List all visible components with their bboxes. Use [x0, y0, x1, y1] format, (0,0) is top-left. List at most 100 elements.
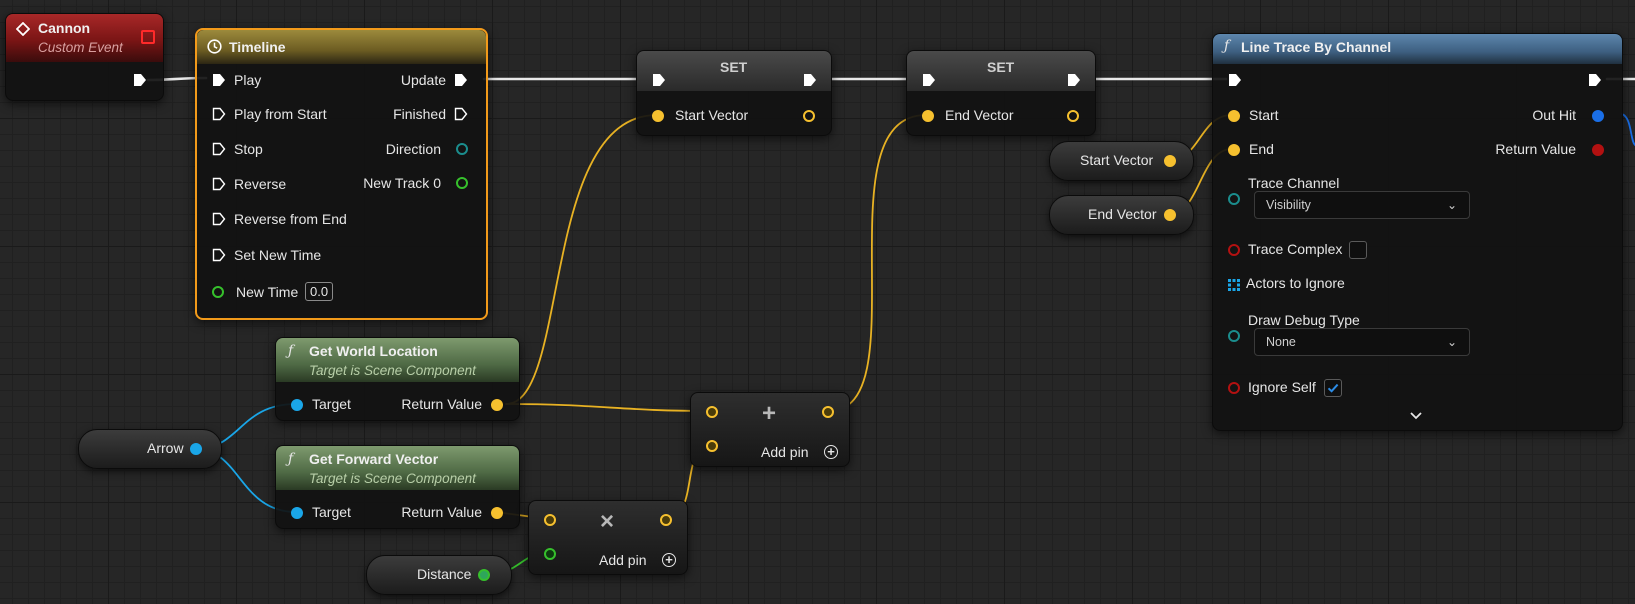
start-vector-label: Start Vector [675, 107, 749, 123]
delegate-pin[interactable] [141, 30, 155, 44]
timeline-node[interactable]: Timeline Play Play from Start Stop Rever… [195, 28, 488, 320]
set-new-time-exec-pin[interactable] [212, 248, 226, 262]
exec-in-pin[interactable] [1228, 73, 1242, 87]
exec-output-pin[interactable] [133, 73, 147, 87]
node-subtitle: Target is Scene Component [309, 471, 476, 486]
arrow-variable-node[interactable]: Arrow [78, 429, 222, 469]
reverse-from-end-label: Reverse from End [234, 211, 347, 227]
update-exec-pin[interactable] [454, 73, 468, 87]
line-trace-by-channel-node[interactable]: ƒ Line Trace By Channel Start End Trace … [1212, 33, 1623, 431]
event-subtitle: Custom Event [38, 40, 123, 55]
end-vector-input-pin[interactable] [922, 110, 934, 122]
end-vector-variable-node[interactable]: End Vector [1049, 195, 1194, 235]
start-vector-variable-node[interactable]: Start Vector [1049, 141, 1194, 181]
play-exec-pin[interactable] [212, 73, 226, 87]
exec-out-pin[interactable] [1588, 73, 1602, 87]
reverse-from-end-exec-pin[interactable] [212, 212, 226, 226]
arrow-label: Arrow [147, 440, 184, 456]
start-vector-input-pin[interactable] [652, 110, 664, 122]
trace-complex-checkbox[interactable] [1349, 241, 1367, 259]
target-input-pin[interactable] [291, 507, 303, 519]
end-vector-output-pin[interactable] [1067, 110, 1079, 122]
vector-multiply-node[interactable]: × Add pin + [528, 500, 688, 575]
set-start-vector-node[interactable]: SET Start Vector [636, 50, 832, 136]
vector-add-node[interactable]: + Add pin + [690, 392, 850, 467]
trace-channel-dropdown[interactable]: Visibility ⌄ [1254, 191, 1470, 219]
add-pin-icon[interactable]: + [662, 553, 676, 567]
add-input-b-pin[interactable] [706, 440, 718, 452]
return-value-label: Return Value [1495, 141, 1576, 157]
draw-debug-type-dropdown[interactable]: None ⌄ [1254, 328, 1470, 356]
event-title: Cannon [38, 20, 91, 36]
distance-variable-node[interactable]: Distance [366, 555, 512, 595]
actors-to-ignore-label: Actors to Ignore [1246, 275, 1345, 291]
ignore-self-checkbox[interactable] [1324, 379, 1342, 397]
start-vector-getter-pin[interactable] [1164, 155, 1176, 167]
out-hit-pin[interactable] [1592, 110, 1604, 122]
new-time-input[interactable]: 0.0 [305, 282, 334, 301]
multiply-input-b-pin[interactable] [544, 548, 556, 560]
new-track-pin[interactable] [456, 177, 468, 189]
end-vector-label: End Vector [945, 107, 1014, 123]
clock-icon [207, 39, 222, 54]
trace-channel-pin[interactable] [1228, 193, 1240, 205]
reverse-label: Reverse [234, 176, 287, 192]
add-output-pin[interactable] [822, 406, 834, 418]
set-exec-out-pin[interactable] [1067, 73, 1081, 87]
start-input-pin[interactable] [1228, 110, 1240, 122]
set-title: SET [720, 59, 748, 75]
checkmark-icon [1327, 383, 1339, 393]
finished-exec-pin[interactable] [454, 107, 468, 121]
draw-debug-type-value: None [1266, 335, 1296, 349]
vector-wire [505, 114, 658, 405]
set-exec-in-pin[interactable] [652, 73, 666, 87]
get-world-location-node[interactable]: ƒ Get World Location Target is Scene Com… [275, 337, 520, 421]
set-end-vector-node[interactable]: SET End Vector [906, 50, 1096, 136]
end-vector-getter-pin[interactable] [1164, 209, 1176, 221]
end-input-pin[interactable] [1228, 144, 1240, 156]
set-exec-out-pin[interactable] [803, 73, 817, 87]
expand-chevron-icon[interactable] [1409, 408, 1423, 420]
chevron-down-icon: ⌄ [1446, 198, 1457, 212]
cannon-event-node[interactable]: Cannon Custom Event [5, 13, 164, 101]
add-input-a-pin[interactable] [706, 406, 718, 418]
draw-debug-type-label: Draw Debug Type [1248, 312, 1360, 328]
stop-exec-pin[interactable] [212, 142, 226, 156]
out-hit-label: Out Hit [1532, 107, 1576, 123]
update-label: Update [400, 72, 446, 88]
start-vector-output-pin[interactable] [803, 110, 815, 122]
new-time-float-pin[interactable] [212, 286, 224, 298]
start-vector-getter-label: Start Vector [1080, 152, 1154, 168]
arrow-output-pin[interactable] [190, 443, 202, 455]
ignore-self-pin[interactable] [1228, 382, 1240, 394]
target-input-pin[interactable] [291, 399, 303, 411]
add-pin-label[interactable]: Add pin [599, 552, 646, 568]
function-icon: ƒ [1224, 38, 1230, 54]
return-value-pin[interactable] [1592, 144, 1604, 156]
trace-complex-pin[interactable] [1228, 244, 1240, 256]
event-icon [15, 21, 31, 37]
get-forward-vector-node[interactable]: ƒ Get Forward Vector Target is Scene Com… [275, 445, 520, 529]
add-pin-label[interactable]: Add pin [761, 444, 808, 460]
array-pin-icon[interactable] [1228, 278, 1240, 291]
function-icon: ƒ [288, 343, 294, 359]
return-value-pin[interactable] [491, 507, 503, 519]
multiply-input-a-pin[interactable] [544, 514, 556, 526]
return-value-pin[interactable] [491, 399, 503, 411]
node-title: Get World Location [309, 343, 438, 359]
multiply-output-pin[interactable] [660, 514, 672, 526]
new-track-label: New Track 0 [363, 175, 441, 191]
add-operator-symbol: + [762, 400, 777, 427]
target-label: Target [312, 396, 351, 412]
add-pin-icon[interactable]: + [824, 445, 838, 459]
distance-output-pin[interactable] [478, 569, 490, 581]
draw-debug-type-pin[interactable] [1228, 330, 1240, 342]
play-from-start-exec-pin[interactable] [212, 107, 226, 121]
reverse-exec-pin[interactable] [212, 177, 226, 191]
set-exec-in-pin[interactable] [922, 73, 936, 87]
finished-label: Finished [393, 106, 446, 122]
direction-label: Direction [385, 141, 441, 157]
object-wire [1621, 113, 1635, 146]
timeline-title: Timeline [229, 39, 286, 55]
direction-pin[interactable] [456, 143, 468, 155]
